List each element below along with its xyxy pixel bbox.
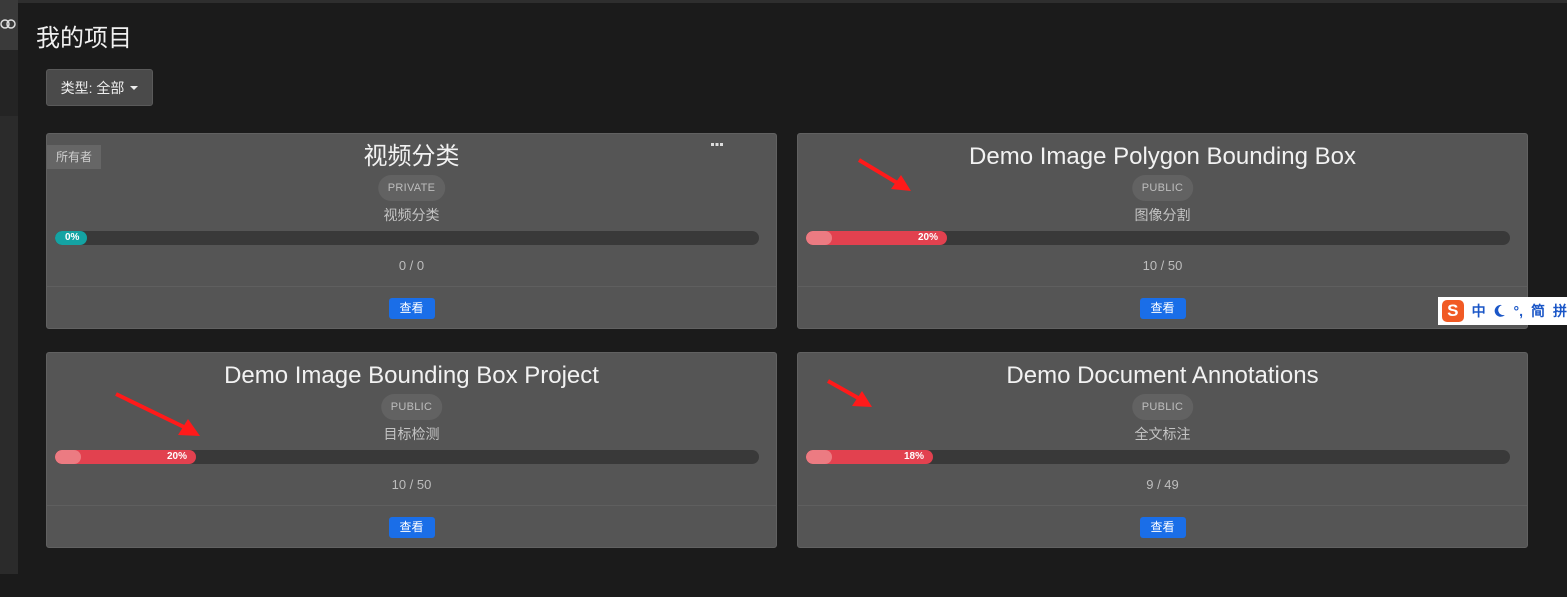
- progress-label: 20%: [167, 451, 188, 462]
- visibility-badge: PUBLIC: [1131, 394, 1194, 420]
- ime-pinyin-toggle[interactable]: 拼: [1553, 301, 1567, 321]
- progress-label: 18%: [904, 451, 925, 462]
- progress-label: 20%: [918, 232, 939, 243]
- progress-bar: 20%: [55, 450, 759, 464]
- project-title: Demo Document Annotations: [1006, 362, 1319, 389]
- annotation-arrow-icon: [827, 379, 872, 407]
- type-filter-dropdown[interactable]: 类型: 全部: [46, 69, 153, 106]
- project-card-document: Demo Document Annotations PUBLIC 全文标注 18…: [797, 352, 1528, 548]
- project-title: 视频分类: [363, 143, 460, 170]
- ime-punctuation-toggle[interactable]: °,: [1514, 303, 1524, 319]
- progress-count: 10 / 50: [1142, 258, 1183, 273]
- progress-bar: 18%: [806, 450, 1510, 464]
- visibility-badge: PRIVATE: [377, 175, 446, 201]
- ime-language-toggle[interactable]: 中: [1472, 301, 1486, 321]
- left-sidebar: [0, 0, 18, 574]
- page-title: 我的项目: [36, 25, 132, 52]
- project-title: Demo Image Bounding Box Project: [224, 362, 599, 389]
- card-divider: [798, 505, 1527, 506]
- sidebar-top-tab[interactable]: [0, 0, 18, 50]
- card-divider: [798, 286, 1527, 287]
- moon-icon[interactable]: [1494, 304, 1506, 318]
- project-card-bounding-box: Demo Image Bounding Box Project PUBLIC 目…: [46, 352, 777, 548]
- card-divider: [47, 505, 776, 506]
- project-type: 全文标注: [1134, 426, 1191, 442]
- type-filter-label: 类型: 全部: [60, 79, 125, 96]
- more-options-icon[interactable]: [710, 140, 724, 148]
- visibility-badge: PUBLIC: [380, 394, 443, 420]
- view-button[interactable]: 查看: [1139, 517, 1186, 538]
- visibility-badge: PUBLIC: [1131, 175, 1194, 201]
- view-button[interactable]: 查看: [388, 517, 435, 538]
- view-button[interactable]: 查看: [1139, 298, 1186, 319]
- project-type: 视频分类: [383, 207, 440, 223]
- link-icon[interactable]: [0, 18, 16, 30]
- annotation-arrow-icon: [115, 392, 200, 436]
- progress-count: 10 / 50: [391, 477, 432, 492]
- ime-toolbar[interactable]: S 中 °, 简 拼: [1438, 297, 1567, 325]
- annotation-arrow-icon: [857, 158, 911, 191]
- progress-bar: 0%: [55, 231, 759, 245]
- progress-label: 0%: [65, 232, 80, 243]
- progress-bar: 20%: [806, 231, 1510, 245]
- sidebar-section: [0, 50, 18, 116]
- progress-count: 0 / 0: [398, 258, 425, 273]
- ime-simplified-toggle[interactable]: 简: [1531, 301, 1545, 321]
- project-type: 图像分割: [1134, 207, 1191, 223]
- view-button[interactable]: 查看: [388, 298, 435, 319]
- project-card-video-classification: 所有者 视频分类 PRIVATE 视频分类 0% 0 / 0 查看: [46, 133, 777, 329]
- progress-count: 9 / 49: [1146, 477, 1179, 492]
- ime-logo-icon[interactable]: S: [1442, 300, 1464, 322]
- card-divider: [47, 286, 776, 287]
- caret-down-icon: [130, 85, 139, 90]
